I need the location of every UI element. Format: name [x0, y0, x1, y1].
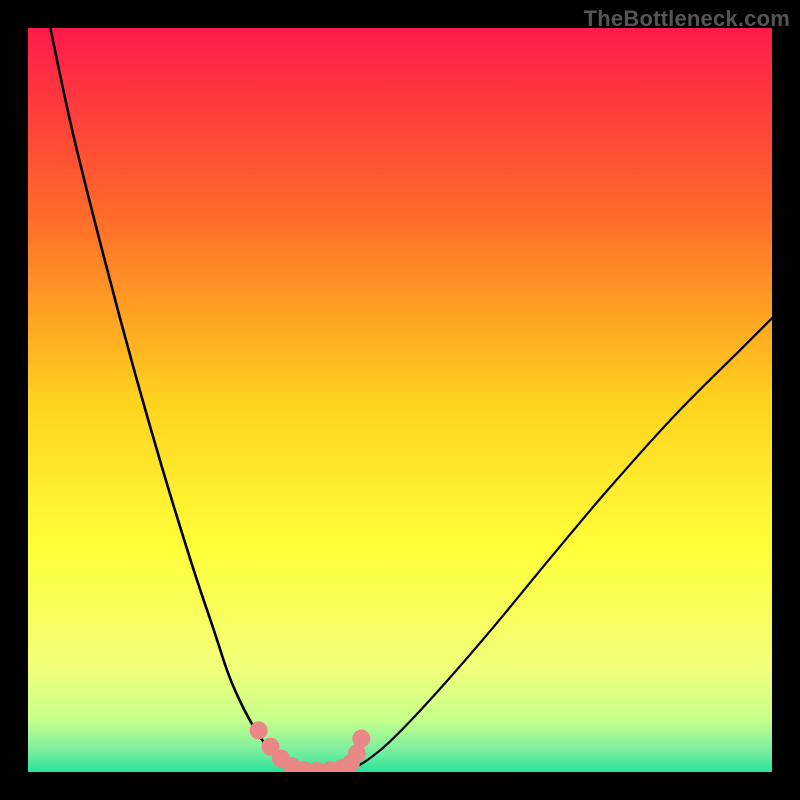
plot-area — [28, 28, 772, 772]
watermark-text: TheBottleneck.com — [584, 6, 790, 32]
outer-frame: TheBottleneck.com — [0, 0, 800, 800]
gradient-background — [28, 28, 772, 772]
chart-svg — [28, 28, 772, 772]
marker-dot — [250, 721, 268, 739]
marker-dot — [352, 730, 370, 748]
